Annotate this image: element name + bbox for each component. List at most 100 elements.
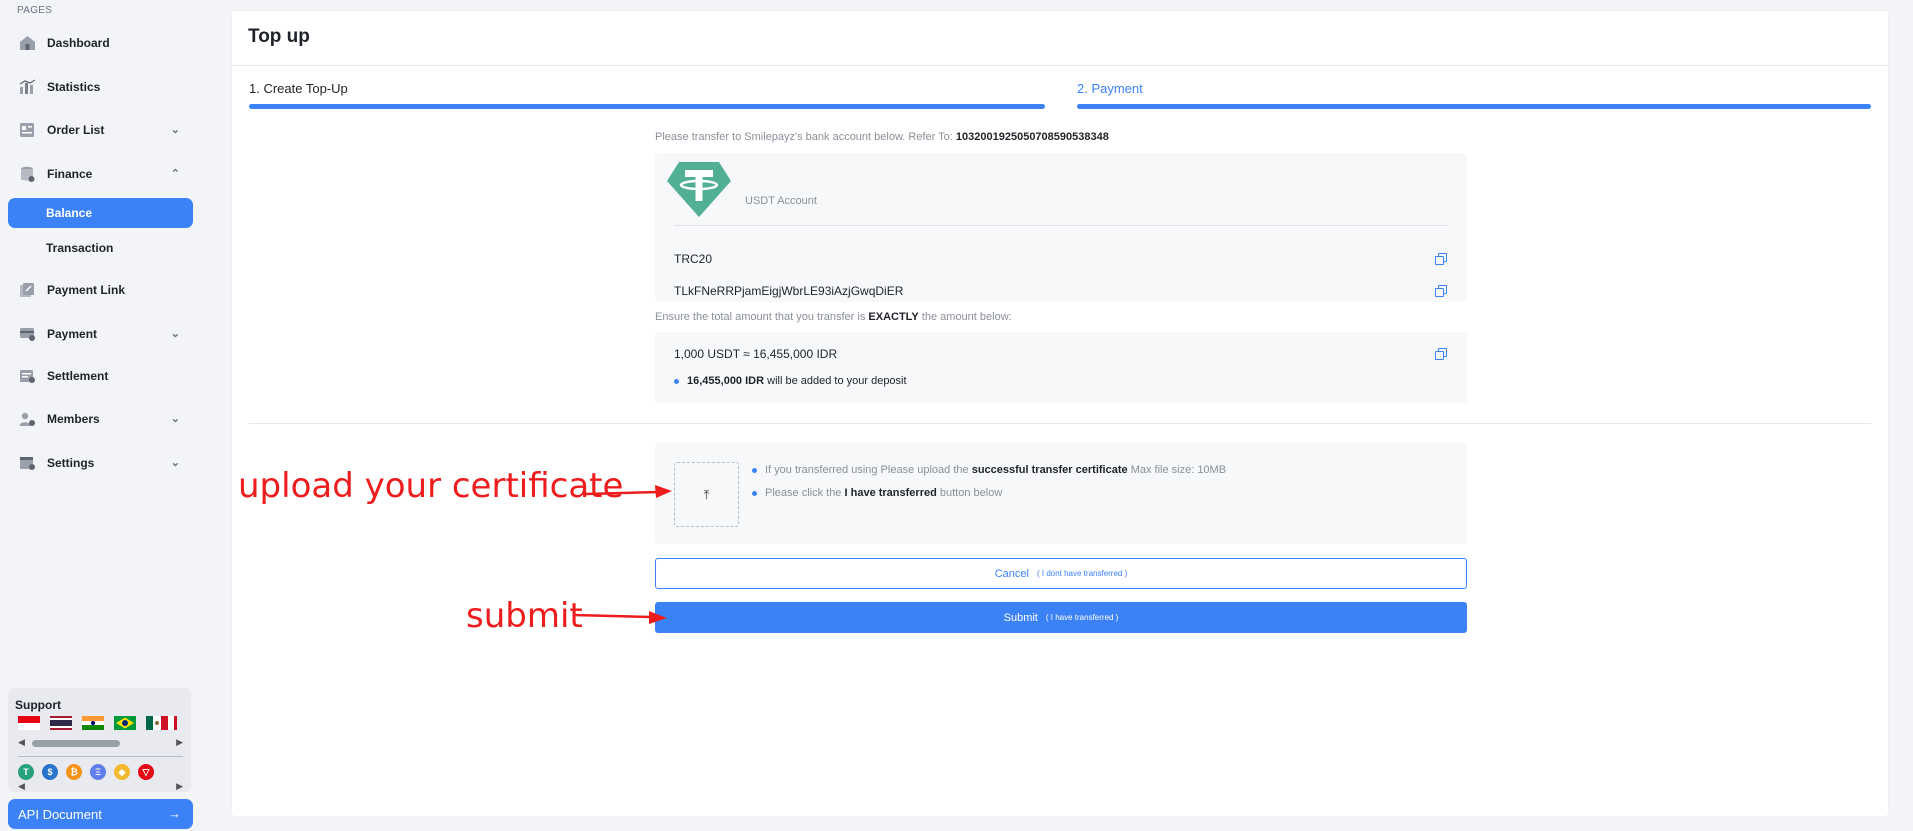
account-divider [674,225,1449,226]
chevron-down-icon: ⌄ [170,413,180,425]
transfer-instruction: Please transfer to Smilepayz's bank acco… [655,131,1109,143]
chevron-up-icon: ⌃ [170,168,180,180]
home-icon [18,34,36,52]
upload-note-2-bold: I have transferred [844,487,937,499]
scroll-left-icon[interactable]: ◀ [18,781,25,792]
upload-note-2-prefix: Please click the [765,487,842,499]
step-payment: 2. Payment [1077,81,1143,96]
upload-note-2-suffix: button below [939,487,1003,499]
amount-instruction-emphasis: EXACTLY [868,311,919,323]
sidebar-item-label: Payment [47,327,98,341]
cancel-button[interactable]: Cancel ( I dont have transferred ) [655,558,1467,589]
sidebar-item-payment-link[interactable]: Payment Link [18,276,188,304]
amount-box: 1,000 USDT ≈ 16,455,000 IDR 16,455,000 I… [655,332,1467,403]
thailand-flag [50,716,72,730]
upload-note-1: If you transferred using Please upload t… [752,464,1226,476]
usdt-account-label: USDT Account [745,195,817,207]
sidebar-item-order-list[interactable]: Order List ⌄ [18,116,188,144]
sidebar-item-settings[interactable]: Settings ⌄ [18,449,188,477]
calendar-gear-icon [18,454,36,472]
usdc-icon: $ [42,764,58,780]
cancel-label: Cancel [994,567,1029,580]
coins-scrollbar[interactable]: ◀ ▶ [18,781,183,793]
chevron-down-icon: ⌄ [170,328,180,340]
bullet-dot [674,378,679,384]
sidebar-item-label: Settings [47,456,95,470]
sidebar-item-settlement[interactable]: Settlement [18,362,188,390]
database-icon [18,165,36,183]
top-up-card: Top up 1. Create Top-Up 2. Payment Pleas… [232,11,1888,816]
step-create-top-up: 1. Create Top-Up [249,81,348,96]
usdt-account-box: USDT Account TRC20 TLkFNeRRPjamEigjWbrLE… [655,153,1467,302]
sidebar-item-label: Order List [47,123,105,137]
flags-scrollbar[interactable]: ◀ ▶ [18,737,183,749]
sidebar-item-payment[interactable]: Payment ⌄ [18,320,188,348]
tether-logo-icon [666,161,732,223]
copy-network-icon[interactable] [1435,253,1447,265]
sidebar-section-label: PAGES [17,5,53,16]
tether-icon: T [18,764,34,780]
bnb-icon: ◆ [114,764,130,780]
upload-certificate-button[interactable]: ⤒ [674,462,739,527]
support-panel: Support ◀ ▶ T $ ₿ Ξ ◆ ▽ ◀ ▶ [8,688,191,792]
step-progress-bar-2 [1077,104,1871,109]
flag-list [18,716,182,730]
scroll-right-icon[interactable]: ▶ [176,781,183,792]
submit-label: Submit [1003,611,1038,624]
sidebar-item-label: Dashboard [47,36,110,50]
scroll-right-icon[interactable]: ▶ [176,737,183,748]
sidebar-item-dashboard[interactable]: Dashboard [18,29,188,57]
mexico-flag [146,716,182,730]
sidebar-item-label: Settlement [47,369,109,383]
section-divider [249,423,1871,424]
bitcoin-icon: ₿ [66,764,82,780]
sidebar-subitem-balance[interactable]: Balance [8,198,193,228]
settlement-icon [18,367,36,385]
submit-button[interactable]: Submit ( I have transferred ) [655,602,1467,633]
sidebar-item-members[interactable]: Members ⌄ [18,405,188,433]
api-document-button[interactable]: API Document → [8,799,193,829]
sidebar-item-label: Statistics [47,80,101,94]
deposit-note: 16,455,000 IDR will be added to your dep… [674,375,907,387]
ethereum-icon: Ξ [90,764,106,780]
copy-address-icon[interactable] [1435,285,1447,297]
bullet-dot [752,467,757,473]
card-icon [18,325,36,343]
sidebar-subitem-transaction[interactable]: Transaction [8,233,193,263]
deposit-amount: 16,455,000 IDR [687,375,765,387]
upload-note-1-prefix: If you transferred using Please upload t… [765,464,969,476]
sidebar-item-finance[interactable]: Finance ⌃ [18,160,188,188]
reference-number: 1032001925050708590538348 [955,131,1109,143]
members-icon [18,410,36,428]
chevron-down-icon: ⌄ [170,124,180,136]
sidebar-item-label: Members [47,412,100,426]
copy-amount-icon[interactable] [1435,348,1447,360]
amount-instruction: Ensure the total amount that you transfe… [655,311,1012,323]
scrollbar-thumb[interactable] [32,740,120,747]
chart-icon [18,78,36,96]
coin-list: T $ ₿ Ξ ◆ ▽ [18,764,154,780]
sidebar-item-label: Finance [47,167,93,181]
sidebar: PAGES Dashboard Statistics Order List ⌄ … [0,0,205,831]
list-icon [18,121,36,139]
submit-hint: ( I have transferred ) [1045,613,1119,622]
step-progress-bar-1 [249,104,1045,109]
sidebar-item-label: Payment Link [47,283,126,297]
annotation-submit: submit [466,596,583,636]
annotation-upload: upload your certificate [238,466,624,506]
conversion-amount: 1,000 USDT ≈ 16,455,000 IDR [674,347,838,361]
india-flag [82,716,104,730]
link-icon [18,281,36,299]
sidebar-item-statistics[interactable]: Statistics [18,73,188,101]
chevron-down-icon: ⌄ [170,457,180,469]
indonesia-flag [18,716,40,730]
upload-note-2: Please click the I have transferred butt… [752,487,1002,499]
tron-icon: ▽ [138,764,154,780]
brazil-flag [114,716,136,730]
network-value: TRC20 [674,252,713,266]
upload-icon: ⤒ [703,486,710,502]
deposit-note-text: will be added to your deposit [767,375,907,387]
header-divider [232,65,1888,66]
upload-box: ⤒ If you transferred using Please upload… [655,443,1467,544]
scroll-left-icon[interactable]: ◀ [18,737,25,748]
